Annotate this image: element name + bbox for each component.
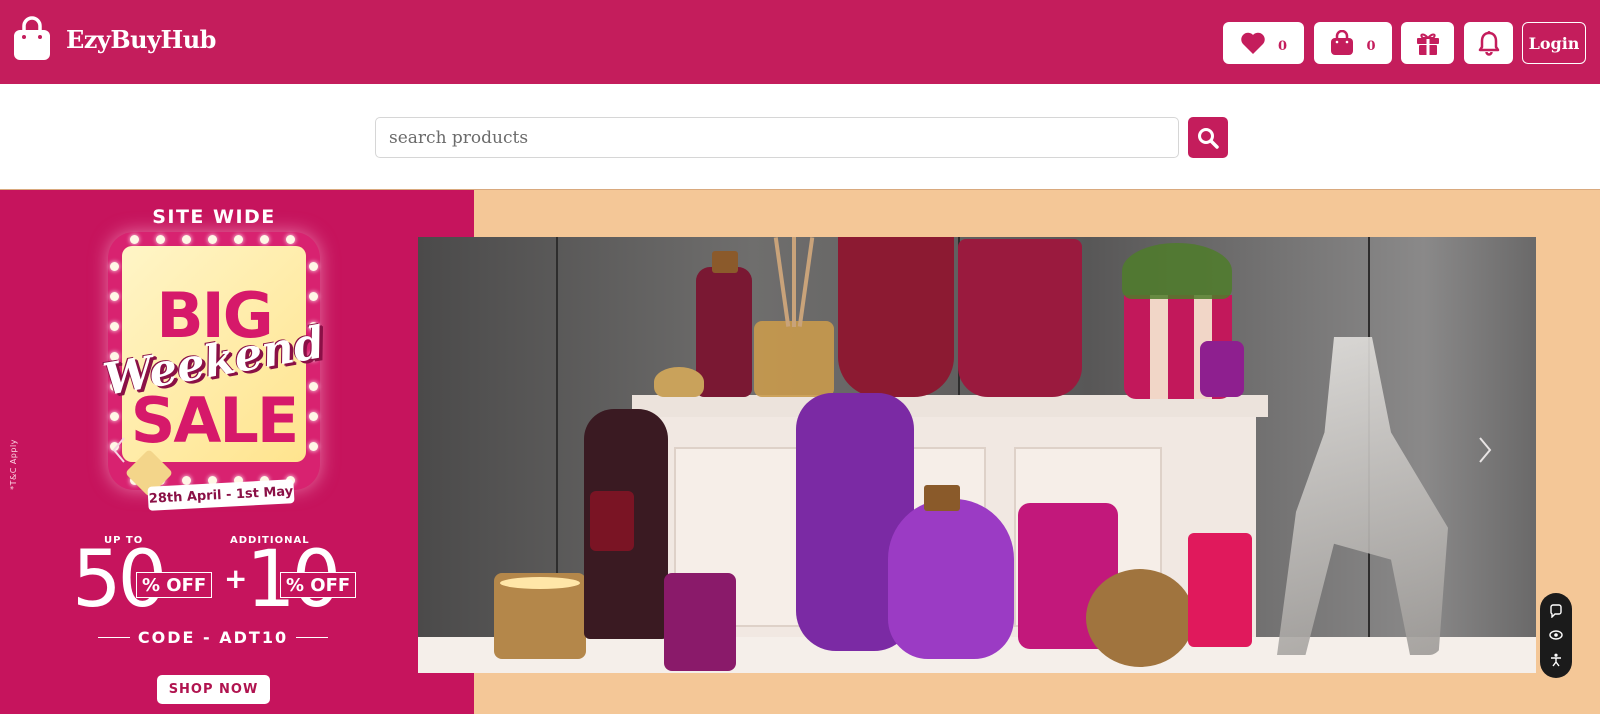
notifications-button[interactable] (1464, 22, 1513, 64)
eye-icon[interactable] (1549, 628, 1563, 642)
brand[interactable]: EzyBuyHub (12, 16, 216, 62)
wishlist-count: 0 (1277, 38, 1288, 54)
promo-code: CODE - ADT10 (90, 628, 336, 647)
sale-marquee-sign: BIG SALE Weekend (100, 232, 328, 498)
plus-sign: + (224, 562, 248, 595)
heart-icon (1241, 32, 1265, 54)
sale-promo-panel[interactable]: *T&C Apply SITE WIDE BIG SALE Weekend 28… (0, 190, 474, 714)
search-button[interactable] (1188, 117, 1228, 158)
shop-now-button[interactable]: SHOP NOW (157, 675, 270, 704)
chevron-left-icon (112, 437, 125, 463)
home-decor-product-image (418, 237, 1536, 673)
brand-name: EzyBuyHub (66, 24, 216, 54)
cart-count: 0 (1366, 38, 1376, 54)
terms-note: *T&C Apply (8, 439, 18, 490)
wishlist-button[interactable]: 0 (1223, 22, 1304, 64)
off-tag-2: % OFF (280, 572, 357, 598)
floating-help-widget (1540, 593, 1572, 678)
gift-button[interactable] (1401, 22, 1454, 64)
accessibility-icon[interactable] (1549, 653, 1563, 667)
off-tag-1: % OFF (136, 572, 213, 598)
hero-banner-carousel[interactable]: *T&C Apply SITE WIDE BIG SALE Weekend 28… (0, 189, 1600, 714)
promo-code-text: CODE - ADT10 (137, 628, 289, 647)
login-button[interactable]: Login (1522, 22, 1586, 64)
chevron-right-icon (1479, 437, 1492, 463)
bell-icon (1478, 31, 1499, 56)
site-header: EzyBuyHub 0 0 Login (0, 0, 1600, 84)
shopping-bag-logo-icon (14, 16, 50, 60)
search-input[interactable] (375, 117, 1179, 158)
shopping-bag-icon (1331, 30, 1354, 55)
cart-button[interactable]: 0 (1314, 22, 1392, 64)
chat-icon[interactable] (1549, 604, 1563, 619)
carousel-next-button[interactable] (1470, 430, 1500, 470)
carousel-prev-button[interactable] (104, 430, 134, 470)
site-wide-label: SITE WIDE (152, 206, 276, 228)
search-icon (1198, 127, 1219, 149)
gift-icon (1416, 33, 1439, 55)
